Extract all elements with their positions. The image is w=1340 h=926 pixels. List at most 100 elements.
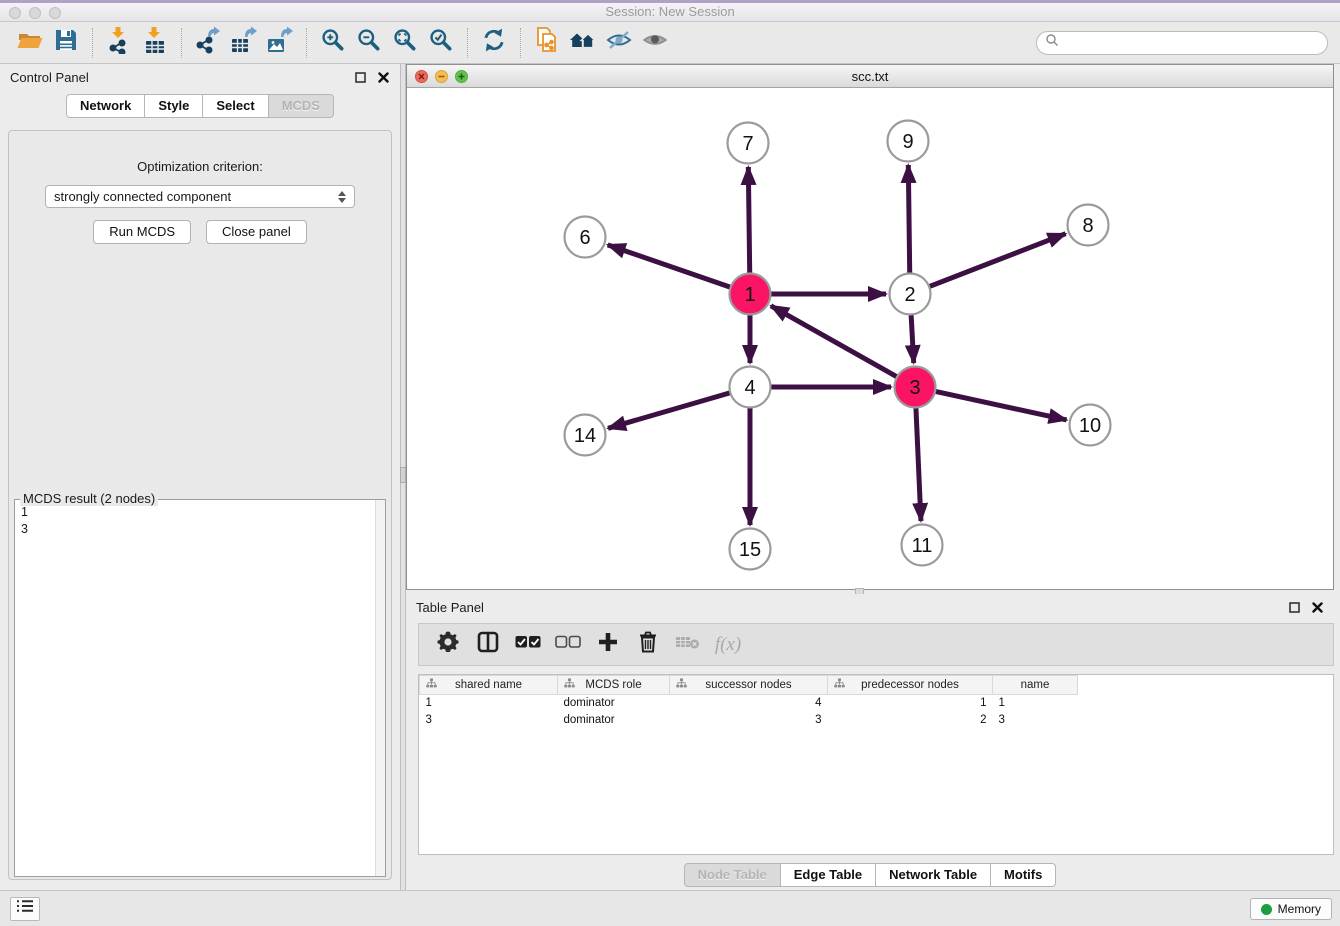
memory-button[interactable]: Memory bbox=[1250, 898, 1332, 920]
float-panel-button[interactable] bbox=[354, 71, 367, 84]
column-header-shared-name[interactable]: shared name bbox=[420, 676, 558, 695]
network-window-titlebar[interactable]: scc.txt bbox=[407, 65, 1333, 88]
zoom-in-button[interactable] bbox=[315, 26, 351, 60]
trash-icon bbox=[638, 631, 658, 658]
folder-open-icon bbox=[16, 27, 44, 58]
app-close-button[interactable] bbox=[9, 7, 21, 19]
open-session-button[interactable] bbox=[12, 26, 48, 60]
table-settings-button[interactable] bbox=[433, 630, 463, 660]
table-cell[interactable]: 4 bbox=[670, 695, 828, 712]
hide-unselected-button[interactable] bbox=[601, 26, 637, 60]
graph-edge-4-14[interactable] bbox=[608, 393, 730, 428]
close-panel-button[interactable]: Close panel bbox=[206, 220, 307, 244]
graph-node-label: 10 bbox=[1079, 415, 1101, 437]
table-tabs: Node Table Edge Table Network Table Moti… bbox=[406, 863, 1334, 887]
table-cell[interactable]: 3 bbox=[993, 712, 1078, 729]
zoom-out-button[interactable] bbox=[351, 26, 387, 60]
task-history-button[interactable] bbox=[10, 897, 40, 921]
node-table[interactable]: shared nameMCDS rolesuccessor nodesprede… bbox=[418, 674, 1334, 855]
search-input[interactable] bbox=[1064, 36, 1319, 50]
float-table-panel-button[interactable] bbox=[1288, 601, 1301, 614]
table-row[interactable]: 3dominator323 bbox=[420, 712, 1090, 729]
table-cell[interactable]: 2 bbox=[828, 712, 993, 729]
column-header-predecessor-nodes[interactable]: predecessor nodes bbox=[828, 676, 993, 695]
table-cell[interactable]: 3 bbox=[670, 712, 828, 729]
tab-network-table[interactable]: Network Table bbox=[875, 863, 991, 887]
network-minimize-button[interactable] bbox=[435, 70, 448, 83]
app-zoom-button[interactable] bbox=[49, 7, 61, 19]
add-column-button[interactable] bbox=[593, 630, 623, 660]
column-header-successor-nodes[interactable]: successor nodes bbox=[670, 676, 828, 695]
graph-edge-2-3[interactable] bbox=[911, 315, 914, 363]
save-icon bbox=[53, 27, 79, 58]
window-controls bbox=[9, 7, 61, 19]
tab-select[interactable]: Select bbox=[202, 94, 268, 118]
checked-boxes-icon bbox=[515, 635, 541, 654]
right-area: scc.txt 7968124314101511 Table Panel bbox=[406, 64, 1340, 890]
graph-edge-1-7[interactable] bbox=[748, 167, 749, 273]
tab-network[interactable]: Network bbox=[66, 94, 145, 118]
tab-node-table[interactable]: Node Table bbox=[684, 863, 781, 887]
table-cell[interactable]: 3 bbox=[420, 712, 558, 729]
graph-node-label: 8 bbox=[1082, 215, 1093, 237]
graph-node-label: 15 bbox=[739, 539, 761, 561]
column-header-name[interactable]: name bbox=[993, 676, 1078, 695]
table-cell[interactable]: dominator bbox=[558, 712, 670, 729]
table-cell[interactable]: 1 bbox=[420, 695, 558, 712]
main-toolbar bbox=[0, 22, 1340, 64]
zoom-fit-button[interactable] bbox=[387, 26, 423, 60]
table-cell-filler bbox=[1078, 695, 1090, 712]
tab-style[interactable]: Style bbox=[144, 94, 203, 118]
import-table-icon bbox=[142, 26, 168, 59]
import-table-button[interactable] bbox=[137, 26, 173, 60]
graph-edge-3-11[interactable] bbox=[916, 408, 921, 521]
zoom-selected-button[interactable] bbox=[423, 26, 459, 60]
status-bar: Memory bbox=[0, 890, 1340, 926]
graph-edge-3-1[interactable] bbox=[771, 306, 897, 377]
graph-edge-3-10[interactable] bbox=[936, 391, 1067, 419]
graph-edge-2-9[interactable] bbox=[908, 165, 909, 273]
network-zoom-button[interactable] bbox=[455, 70, 468, 83]
eye-icon bbox=[641, 28, 669, 57]
copy-network-button[interactable] bbox=[529, 26, 565, 60]
table-cell[interactable]: dominator bbox=[558, 695, 670, 712]
table-cell[interactable]: 1 bbox=[828, 695, 993, 712]
tab-motifs[interactable]: Motifs bbox=[990, 863, 1056, 887]
graph-edge-2-8[interactable] bbox=[930, 234, 1066, 287]
optimization-criterion-dropdown[interactable]: strongly connected component bbox=[45, 185, 355, 208]
home-view-button[interactable] bbox=[565, 26, 601, 60]
select-all-rows-button[interactable] bbox=[513, 630, 543, 660]
unchecked-boxes-icon bbox=[555, 635, 581, 654]
tab-edge-table[interactable]: Edge Table bbox=[780, 863, 876, 887]
save-session-button[interactable] bbox=[48, 26, 84, 60]
tab-mcds[interactable]: MCDS bbox=[268, 94, 334, 118]
deselect-all-rows-button[interactable] bbox=[553, 630, 583, 660]
graph-edge-1-6[interactable] bbox=[608, 245, 730, 287]
search-box[interactable] bbox=[1036, 31, 1328, 55]
close-table-panel-button[interactable] bbox=[1311, 601, 1324, 614]
delete-column-button[interactable] bbox=[633, 630, 663, 660]
show-all-button[interactable] bbox=[637, 26, 673, 60]
close-panel-icon-button[interactable] bbox=[377, 71, 390, 84]
graph-node-label: 14 bbox=[574, 425, 596, 447]
dropdown-value: strongly connected component bbox=[54, 189, 231, 204]
splitter-grip[interactable] bbox=[400, 467, 406, 483]
show-columns-button[interactable] bbox=[473, 630, 503, 660]
export-image-button[interactable] bbox=[262, 26, 298, 60]
result-scrollbar[interactable] bbox=[375, 500, 385, 876]
control-panel: Control Panel Network Style Select MCDS … bbox=[0, 64, 400, 890]
table-cell[interactable]: 1 bbox=[993, 695, 1078, 712]
app-minimize-button[interactable] bbox=[29, 7, 41, 19]
mcds-result-box: MCDS result (2 nodes) 1 3 bbox=[14, 499, 386, 877]
run-mcds-button[interactable]: Run MCDS bbox=[93, 220, 191, 244]
export-table-button[interactable] bbox=[226, 26, 262, 60]
network-canvas[interactable]: 7968124314101511 bbox=[407, 88, 1333, 589]
plus-icon bbox=[598, 632, 618, 657]
refresh-view-button[interactable] bbox=[476, 26, 512, 60]
export-network-button[interactable] bbox=[190, 26, 226, 60]
import-network-button[interactable] bbox=[101, 26, 137, 60]
network-close-button[interactable] bbox=[415, 70, 428, 83]
column-header-MCDS-role[interactable]: MCDS role bbox=[558, 676, 670, 695]
table-row[interactable]: 1dominator411 bbox=[420, 695, 1090, 712]
mcds-result-text[interactable]: 1 3 bbox=[17, 502, 373, 874]
